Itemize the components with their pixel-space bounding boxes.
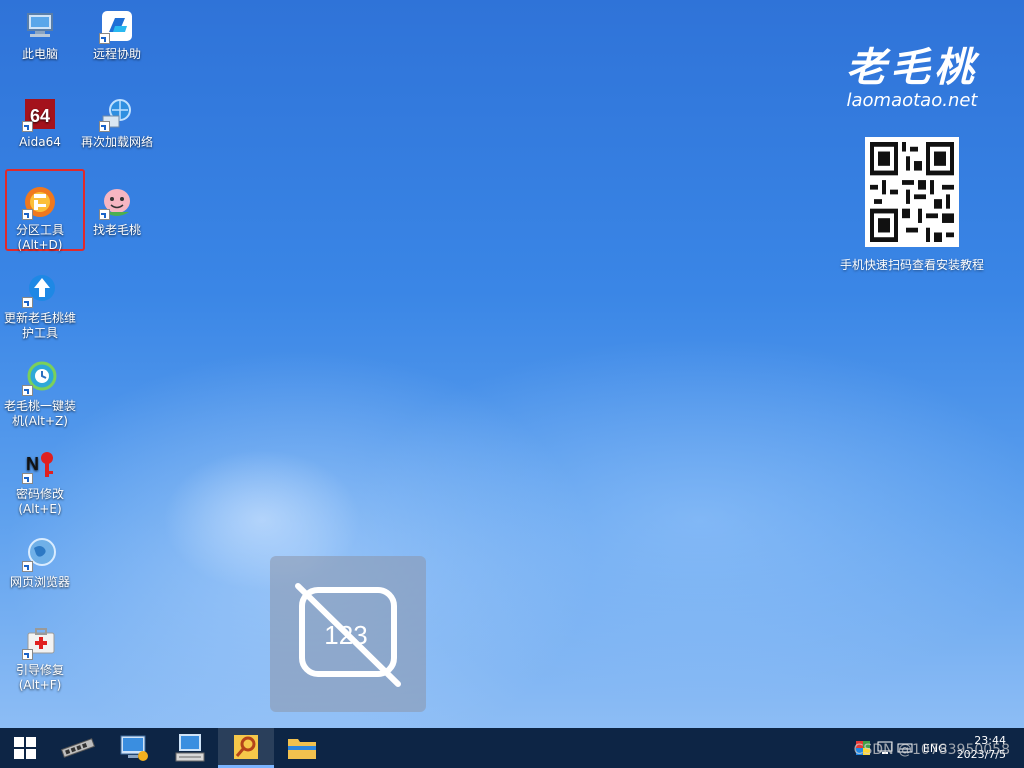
clock[interactable]: 23:44 2023/7/5 — [957, 734, 1006, 762]
desktop-icon-partition-tool[interactable]: 分区工具 (Alt+D) — [0, 184, 80, 253]
taskbar-app-memory[interactable] — [50, 728, 106, 768]
shortcut-arrow-icon — [22, 649, 33, 660]
numlock-off-icon: 123 — [295, 583, 401, 687]
peach-mascot-icon — [99, 184, 135, 220]
qr-code — [865, 137, 959, 247]
taskbar-app-search-tool[interactable] — [218, 728, 274, 768]
search-tool-icon — [234, 734, 258, 759]
aida64-icon: 64 — [22, 96, 58, 132]
update-tool-icon — [22, 272, 58, 308]
icon-label: 再次加载网络 — [80, 135, 153, 149]
clock-time: 23:44 — [974, 734, 1006, 747]
desktop-icon-password-change[interactable]: N 密码修改 (Alt+E) — [0, 448, 80, 517]
clock-date: 2023/7/5 — [956, 748, 1006, 761]
icon-label: 引导修复 (Alt+F) — [15, 663, 64, 692]
computer-icon — [22, 8, 58, 44]
file-explorer-icon — [288, 739, 316, 759]
desktop-icon-web-browser[interactable]: 网页浏览器 — [0, 536, 80, 590]
desktop-icon-one-click-install[interactable]: 老毛桃一键装 机(Alt+Z) — [0, 360, 80, 429]
icon-label: 分区工具 (Alt+D) — [15, 223, 64, 252]
start-button[interactable] — [0, 728, 50, 768]
shortcut-arrow-icon — [99, 209, 110, 220]
taskbar-app-keyboard-monitor[interactable] — [162, 728, 218, 768]
remote-assist-icon — [99, 8, 135, 44]
network-icon[interactable] — [877, 740, 893, 756]
icon-label: 找老毛桃 — [92, 223, 141, 237]
icon-label: 老毛桃一键装 机(Alt+Z) — [3, 399, 76, 428]
desktop-icon-update-tool[interactable]: 更新老毛桃维 护工具 — [0, 272, 80, 341]
shortcut-arrow-icon — [22, 385, 33, 396]
shortcut-arrow-icon — [22, 209, 33, 220]
password-change-icon: N — [22, 448, 58, 484]
logo-domain: laomaotao.net — [846, 90, 978, 111]
web-browser-icon — [22, 536, 58, 572]
color-flag-icon[interactable] — [855, 740, 871, 756]
desktop-icon-remote-assist[interactable]: 远程协助 — [77, 8, 157, 62]
desktop-icon-this-pc[interactable]: 此电脑 — [0, 8, 80, 62]
keyboard-icon[interactable] — [897, 740, 913, 756]
one-click-install-icon — [22, 360, 58, 396]
numlock-osd: 123 — [270, 556, 426, 712]
desktop-icon-aida64[interactable]: 64 Aida64 — [0, 96, 80, 150]
memory-chip-icon — [60, 738, 96, 758]
start-windows-icon — [14, 737, 36, 759]
desktop-icon-network-reload[interactable]: 再次加载网络 — [77, 96, 157, 150]
shortcut-arrow-icon — [22, 473, 33, 484]
computer-management-icon — [120, 735, 148, 761]
icon-label: Aida64 — [19, 135, 61, 149]
icon-label: 更新老毛桃维 护工具 — [3, 311, 76, 340]
qr-code-icon — [870, 142, 954, 242]
icon-label: 密码修改 (Alt+E) — [15, 487, 64, 516]
taskbar-app-file-explorer[interactable] — [274, 728, 330, 768]
shortcut-arrow-icon — [22, 561, 33, 572]
taskbar: ENG 23:44 2023/7/5 — [0, 728, 1024, 768]
desktop-icon-find-laomaotao[interactable]: 找老毛桃 — [77, 184, 157, 238]
shortcut-arrow-icon — [22, 121, 33, 132]
logo-text: 老毛桃 — [846, 44, 978, 91]
boot-repair-icon — [22, 624, 58, 660]
svg-text:N: N — [26, 454, 39, 474]
language-indicator[interactable]: ENG — [923, 742, 947, 755]
desktop-icon-boot-repair[interactable]: 引导修复 (Alt+F) — [0, 624, 80, 693]
network-reload-icon — [99, 96, 135, 132]
icon-label: 网页浏览器 — [9, 575, 70, 589]
qr-caption: 手机快速扫码查看安装教程 — [839, 258, 984, 272]
keyboard-monitor-icon — [175, 734, 205, 762]
brand-logo: 老毛桃 laomaotao.net — [832, 44, 992, 111]
taskbar-app-computer-management[interactable] — [106, 728, 162, 768]
partition-tool-icon — [22, 184, 58, 220]
system-tray: ENG 23:44 2023/7/5 — [855, 728, 1024, 768]
shortcut-arrow-icon — [22, 297, 33, 308]
shortcut-arrow-icon — [99, 121, 110, 132]
icon-label: 此电脑 — [21, 47, 58, 61]
desktop[interactable]: 此电脑 远程协助 64 Aida64 再次加载网络 分区工具 (Alt+D) 找… — [0, 0, 1024, 728]
icon-label: 远程协助 — [92, 47, 141, 61]
shortcut-arrow-icon — [99, 33, 110, 44]
